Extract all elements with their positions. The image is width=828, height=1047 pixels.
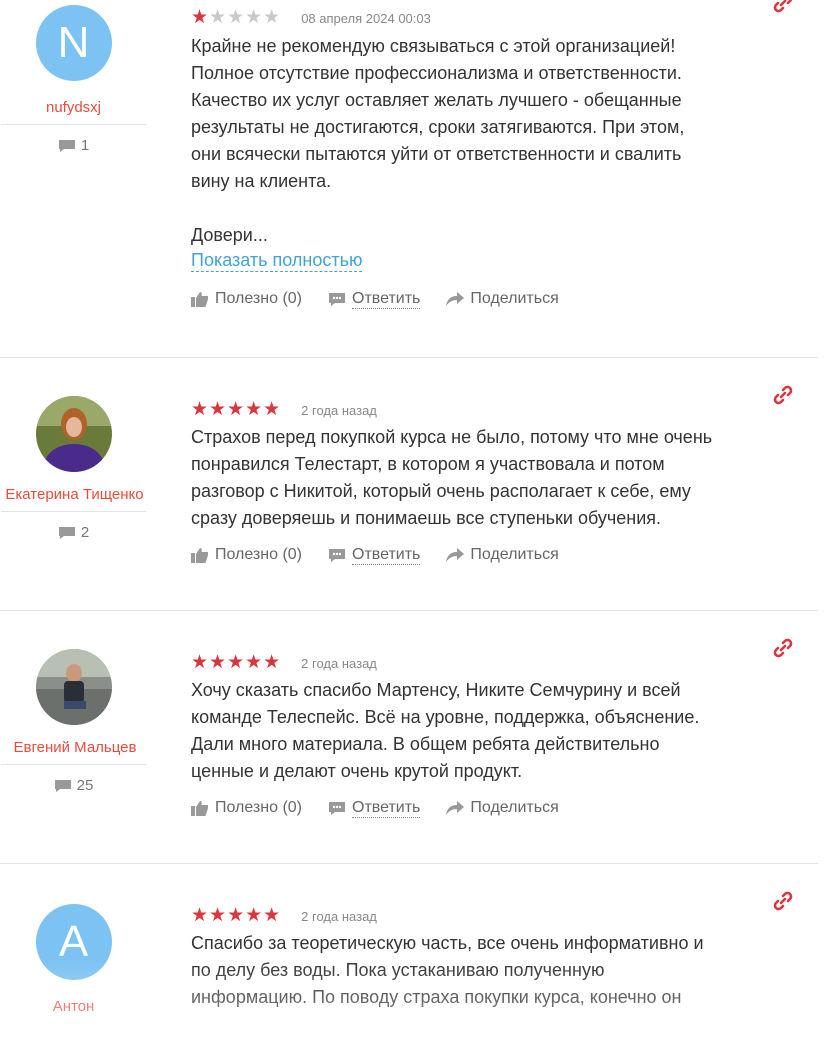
thumbs-up-icon [191, 292, 208, 307]
text-line: понравился Телестарт, в котором я участв… [191, 454, 665, 474]
review-author: Евгений Мальцев 25 [0, 649, 147, 794]
review-text: Хочу сказать спасибо Мартенсу, Никите Се… [191, 677, 791, 785]
thumbs-up-icon [191, 801, 208, 816]
review-text: Спасибо за теоретическую часть, все очен… [191, 930, 791, 1011]
review-date: 2 года назад [301, 402, 377, 418]
review-date: 2 года назад [301, 908, 377, 924]
avatar-photo [35, 396, 112, 472]
text-line: по делу без воды. Пока устаканиваю получ… [191, 960, 605, 980]
share-arrow-icon [446, 548, 465, 562]
comment-count-icon [58, 139, 75, 152]
reply-button[interactable]: Ответить [328, 798, 421, 818]
review-card: Евгений Мальцев 25 ★★★★★ 2 года назад Хо… [0, 611, 828, 863]
text-line: Дали много материала. В общем ребята дей… [191, 734, 660, 754]
author-name[interactable]: Евгений Мальцев [0, 739, 147, 756]
text-line: разговор с Никитой, который очень распол… [191, 481, 691, 501]
author-review-count: 2 [0, 524, 147, 541]
avatar[interactable] [35, 649, 112, 725]
avatar-photo [35, 649, 112, 725]
useful-button[interactable]: Полезно (0) [191, 546, 302, 564]
share-arrow-icon [446, 801, 465, 815]
author-name[interactable]: nufydsxj [0, 99, 147, 116]
share-button[interactable]: Поделиться [446, 546, 559, 564]
review-date: 2 года назад [301, 655, 377, 671]
share-arrow-icon [446, 292, 465, 306]
review-author: Екатерина Тищенко 2 [0, 396, 147, 541]
review-actions: Полезно (0) Ответить Поделиться [191, 797, 791, 819]
text-line: ценные и делают очень крутой продукт. [191, 761, 523, 781]
review-body: ★★★★★ 2 года назад Спасибо за теоретичес… [191, 906, 791, 1011]
rating-stars: ★★★★★ [191, 7, 282, 28]
speech-bubble-icon [329, 801, 345, 815]
useful-label: Полезно (0) [215, 546, 302, 563]
review-card: А Антон ★★★★★ 2 года назад Спасибо за те… [0, 864, 828, 1047]
author-name[interactable]: Антон [0, 998, 147, 1015]
review-body: ★★★★★ 2 года назад Страхов перед покупко… [191, 400, 791, 566]
count-value: 1 [80, 137, 90, 154]
avatar[interactable] [35, 396, 112, 472]
divider [1, 124, 146, 125]
review-card: N nufydsxj 1 ★★★★★ 08 апреля 2024 00:03 … [0, 0, 828, 357]
text-line: Хочу сказать спасибо Мартенсу, Никите Се… [191, 680, 681, 700]
avatar[interactable]: N [35, 5, 112, 81]
count-value: 2 [80, 524, 90, 541]
review-actions: Полезно (0) Ответить Поделиться [191, 544, 791, 566]
review-author: А Антон [0, 904, 147, 1015]
rating-stars: ★★★★★ [191, 905, 282, 926]
useful-button[interactable]: Полезно (0) [191, 290, 302, 308]
text-line: Страхов перед покупкой курса не было, по… [191, 427, 713, 447]
review-author: N nufydsxj 1 [0, 5, 147, 154]
text-line: результаты не достигаются, сроки затягив… [191, 117, 685, 137]
author-name[interactable]: Екатерина Тищенко [0, 486, 147, 503]
text-line: Крайне не рекомендую связываться с этой … [191, 36, 676, 56]
review-date: 08 апреля 2024 00:03 [301, 10, 431, 26]
review-body: ★★★★★ 2 года назад Хочу сказать спасибо … [191, 653, 791, 819]
speech-bubble-icon [329, 548, 345, 562]
useful-label: Полезно (0) [215, 799, 302, 816]
useful-button[interactable]: Полезно (0) [191, 799, 302, 817]
text-line: вину на клиента. [191, 171, 332, 191]
review-body: ★★★★★ 08 апреля 2024 00:03 Крайне не рек… [191, 8, 791, 310]
count-value: 25 [76, 777, 94, 794]
share-label: Поделиться [470, 799, 559, 816]
speech-bubble-icon [329, 292, 345, 306]
comment-count-icon [54, 779, 71, 792]
rating-stars: ★★★★★ [191, 399, 282, 420]
avatar[interactable]: А [35, 904, 112, 980]
author-review-count: 25 [0, 777, 147, 794]
review-text: Страхов перед покупкой курса не было, по… [191, 424, 791, 532]
text-line: команде Телеспейс. Всё на уровне, поддер… [191, 707, 700, 727]
text-line: они всячески пытаются уйти от ответствен… [191, 144, 682, 164]
share-button[interactable]: Поделиться [446, 290, 559, 308]
share-label: Поделиться [470, 546, 559, 563]
text-line: Спасибо за теоретическую часть, все очен… [191, 933, 704, 953]
author-review-count: 1 [0, 137, 147, 154]
share-button[interactable]: Поделиться [446, 799, 559, 817]
thumbs-up-icon [191, 548, 208, 563]
text-line: Качество их услуг оставляет желать лучше… [191, 90, 682, 110]
divider [1, 511, 146, 512]
text-line: сразу доверяешь и понимаешь все ступеньк… [191, 508, 662, 528]
comment-count-icon [58, 526, 75, 539]
text-line: Полное отсутствие профессионализма и отв… [191, 63, 682, 83]
divider [1, 764, 146, 765]
reply-label: Ответить [352, 289, 421, 309]
reply-label: Ответить [352, 545, 421, 565]
useful-label: Полезно (0) [215, 290, 302, 307]
reply-button[interactable]: Ответить [328, 545, 421, 565]
show-more-link[interactable]: Показать полностью [191, 249, 363, 272]
reply-label: Ответить [352, 798, 421, 818]
rating-stars: ★★★★★ [191, 652, 282, 673]
reply-button[interactable]: Ответить [328, 289, 421, 309]
review-actions: Полезно (0) Ответить Поделиться [191, 288, 791, 310]
share-label: Поделиться [470, 290, 559, 307]
text-line: информацию. По поводу страха покупки кур… [191, 987, 682, 1007]
text-truncated: Довери... [191, 225, 268, 245]
review-card: Екатерина Тищенко 2 ★★★★★ 2 года назад С… [0, 358, 828, 610]
review-text: Крайне не рекомендую связываться с этой … [191, 33, 791, 249]
